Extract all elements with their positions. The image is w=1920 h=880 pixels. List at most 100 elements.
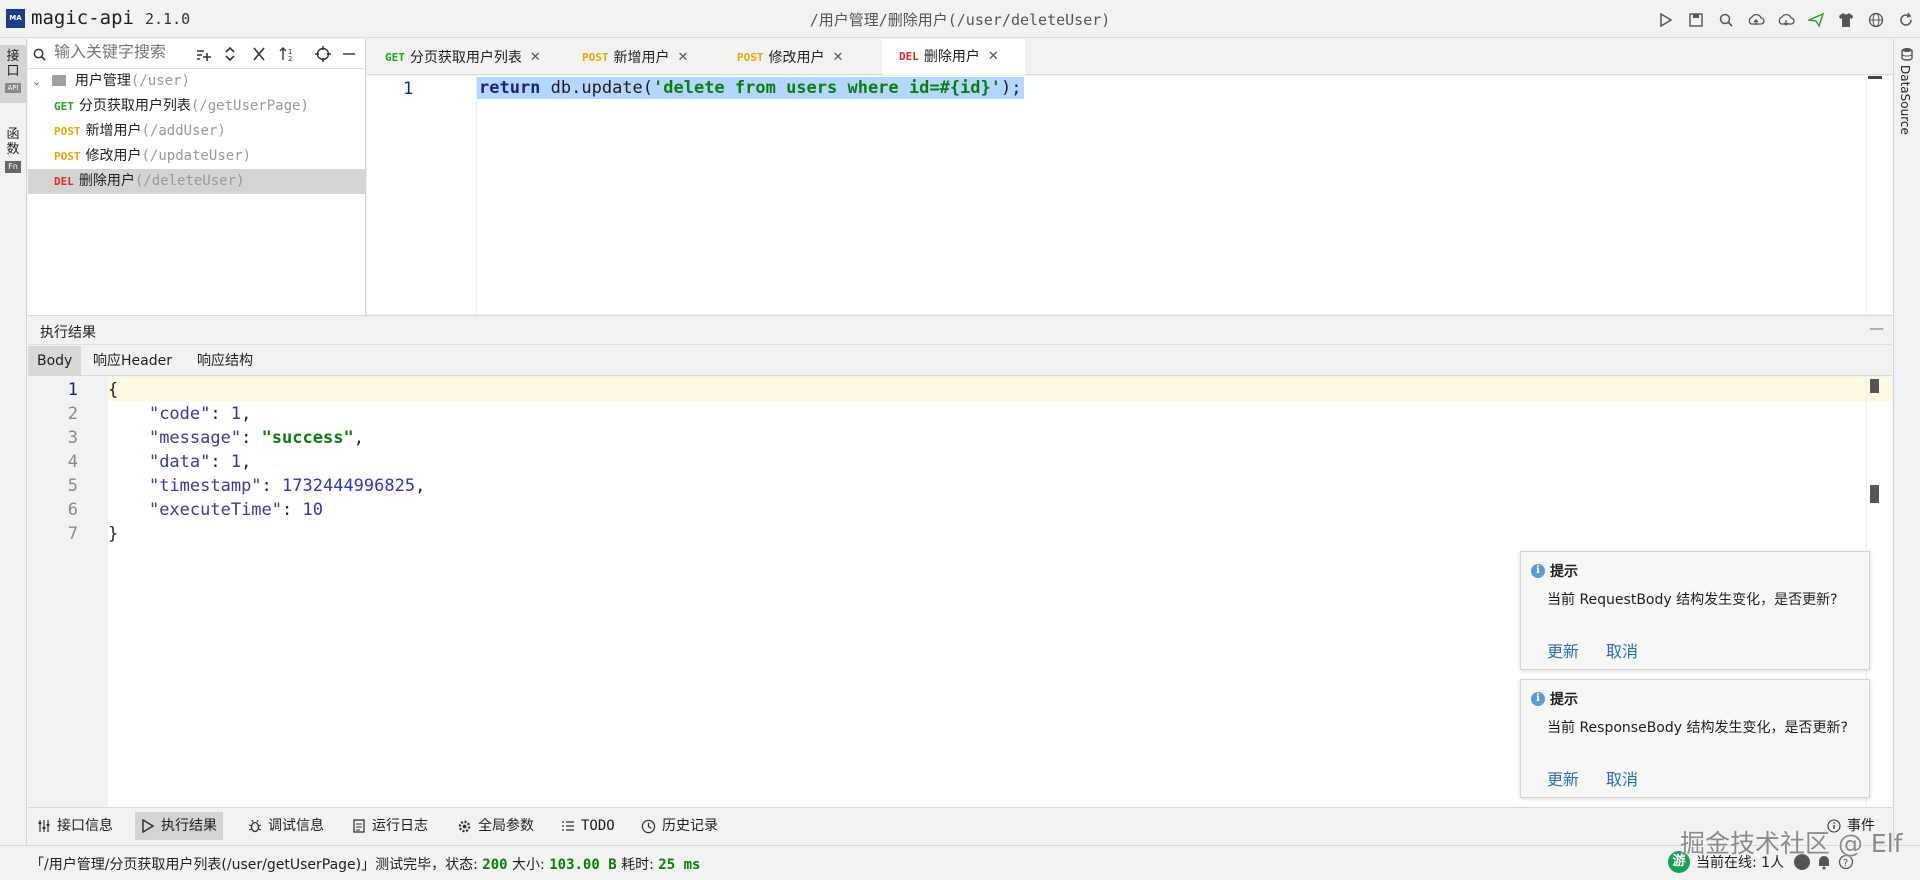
bottom-tab-label: TODO bbox=[581, 818, 615, 834]
clock-icon bbox=[641, 819, 656, 833]
tab-updateUser[interactable]: POST 修改用户 ✕ bbox=[714, 39, 869, 75]
search-icon bbox=[33, 48, 46, 61]
tree-search-row: 12 bbox=[28, 39, 365, 69]
datasource-tab[interactable]: DataSource bbox=[1898, 47, 1916, 135]
tree-item-updateUser[interactable]: POST 修改用户(/updateUser) bbox=[28, 144, 365, 169]
response-time: 25 ms bbox=[658, 857, 701, 873]
bottom-tab-label: 运行日志 bbox=[372, 818, 428, 834]
code-keyword: return bbox=[479, 78, 541, 98]
tab-deleteUser[interactable]: DEL 删除用户 ✕ bbox=[882, 39, 1025, 75]
result-tabs: Body 响应Header 响应结构 bbox=[28, 346, 1892, 376]
list-icon bbox=[562, 821, 574, 831]
bottom-tab-log[interactable]: 运行日志 bbox=[346, 812, 434, 840]
database-icon bbox=[1901, 48, 1913, 61]
tree-item-path: (/deleteUser) bbox=[134, 173, 245, 189]
notification-body: 当前 ResponseBody 结构发生变化，是否更新? bbox=[1547, 720, 1848, 736]
app-logo: MA bbox=[6, 9, 25, 28]
expand-collapse-icon[interactable] bbox=[224, 46, 236, 62]
minimize-icon[interactable] bbox=[342, 46, 356, 62]
close-icon[interactable]: ✕ bbox=[833, 50, 844, 65]
bottom-tab-history[interactable]: 历史记录 bbox=[635, 812, 724, 840]
status-prefix: 「/用户管理/分页获取用户列表(/user/getUserPage)」测试完毕，… bbox=[30, 857, 483, 873]
title-bar: MA magic-api 2.1.0 /用户管理/删除用户(/user/dele… bbox=[0, 0, 1920, 38]
method-badge: GET bbox=[54, 100, 74, 113]
json-line: "message": "success", bbox=[148, 428, 364, 448]
side-tab-api[interactable]: 接口 API bbox=[0, 45, 26, 103]
bottom-tab-todo[interactable]: TODO bbox=[555, 812, 621, 840]
tree-item-name: 分页获取用户列表 bbox=[78, 98, 191, 114]
log-icon bbox=[353, 819, 365, 833]
editor-scrollbar[interactable] bbox=[1866, 76, 1882, 314]
code-end: ); bbox=[1001, 78, 1022, 98]
locate-icon[interactable] bbox=[315, 46, 331, 62]
notification-request-body: i 提示 当前 RequestBody 结构发生变化，是否更新? 更新 取消 bbox=[1520, 551, 1870, 670]
info-icon: i bbox=[1531, 692, 1545, 706]
tree-item-path: (/getUserPage) bbox=[190, 98, 309, 114]
code-line[interactable]: return db.update('delete from users wher… bbox=[477, 77, 1024, 99]
datasource-label: DataSource bbox=[1898, 65, 1912, 135]
svg-text:2: 2 bbox=[288, 55, 292, 62]
upload-icon[interactable] bbox=[1745, 9, 1766, 30]
notification-body: 当前 RequestBody 结构发生变化，是否更新? bbox=[1547, 592, 1838, 608]
save-icon[interactable] bbox=[1685, 9, 1706, 30]
method-badge: GET bbox=[385, 50, 405, 64]
method-badge: POST bbox=[737, 50, 764, 64]
tab-response-header[interactable]: 响应Header bbox=[84, 346, 181, 376]
minimize-button[interactable]: — bbox=[1869, 319, 1884, 337]
bottom-tab-label: 接口信息 bbox=[57, 818, 113, 834]
close-icon[interactable]: ✕ bbox=[530, 50, 541, 65]
bottom-tab-debug[interactable]: 调试信息 bbox=[242, 812, 330, 840]
bottom-tab-global-params[interactable]: 全局参数 bbox=[451, 812, 540, 840]
tree-item-deleteUser[interactable]: DEL 删除用户(/deleteUser) bbox=[28, 169, 365, 194]
right-sidebar-strip: DataSource bbox=[1893, 39, 1920, 845]
json-brace: { bbox=[108, 380, 119, 400]
tab-addUser[interactable]: POST 新增用户 ✕ bbox=[559, 39, 714, 75]
close-icon[interactable]: ✕ bbox=[678, 50, 689, 65]
refresh-icon[interactable] bbox=[1895, 9, 1916, 30]
code-editor[interactable]: 1 return db.update('delete from users wh… bbox=[367, 76, 1892, 314]
play-icon bbox=[142, 819, 155, 833]
close-icon[interactable]: ✕ bbox=[988, 49, 999, 64]
run-icon[interactable] bbox=[1655, 9, 1676, 30]
tab-getUserPage[interactable]: GET 分页获取用户列表 ✕ bbox=[367, 39, 559, 75]
titlebar-toolbar bbox=[1655, 9, 1916, 30]
side-tab-function[interactable]: 函数 Fn bbox=[0, 125, 26, 183]
cancel-button[interactable]: 取消 bbox=[1606, 638, 1638, 662]
line-number: 3 bbox=[67, 428, 78, 448]
tree-search-input[interactable] bbox=[54, 44, 214, 62]
bottom-tab-result[interactable]: 执行结果 bbox=[135, 812, 223, 840]
code-call: db.update( bbox=[540, 78, 654, 98]
line-number: 2 bbox=[67, 404, 78, 424]
tree-group-user[interactable]: ⌄ 用户管理(/user) bbox=[28, 69, 365, 94]
download-icon[interactable] bbox=[1775, 9, 1796, 30]
skin-icon[interactable] bbox=[1835, 9, 1856, 30]
bottom-tab-api-info[interactable]: 接口信息 bbox=[31, 812, 119, 840]
json-value: 10 bbox=[302, 500, 323, 520]
bottom-tab-label: 执行结果 bbox=[161, 818, 217, 834]
tab-body[interactable]: Body bbox=[28, 346, 82, 376]
update-button[interactable]: 更新 bbox=[1547, 638, 1579, 662]
sliders-icon bbox=[38, 820, 50, 832]
status-code: 200 bbox=[482, 857, 508, 873]
tree-item-getUserPage[interactable]: GET 分页获取用户列表(/getUserPage) bbox=[28, 94, 365, 119]
notification-response-body: i 提示 当前 ResponseBody 结构发生变化，是否更新? 更新 取消 bbox=[1520, 679, 1870, 798]
add-icon[interactable] bbox=[195, 47, 211, 63]
sort-icon[interactable]: 12 bbox=[278, 46, 296, 62]
collapse-all-icon[interactable] bbox=[252, 46, 266, 62]
bottom-toolbar: 接口信息 执行结果 调试信息 运行日志 全局参数 TODO 历史记录 事件 bbox=[28, 807, 1892, 843]
cancel-button[interactable]: 取消 bbox=[1606, 766, 1638, 790]
language-icon[interactable] bbox=[1865, 9, 1886, 30]
json-brace: } bbox=[108, 524, 119, 544]
tree-group-path: (/user) bbox=[130, 73, 190, 89]
method-badge: DEL bbox=[899, 49, 919, 63]
status-message: 「/用户管理/分页获取用户列表(/user/getUserPage)」测试完毕，… bbox=[30, 854, 700, 874]
notification-title: 提示 bbox=[1550, 692, 1578, 708]
push-icon[interactable] bbox=[1805, 9, 1826, 30]
tab-response-structure[interactable]: 响应结构 bbox=[188, 346, 262, 376]
line-number: 4 bbox=[67, 452, 78, 472]
update-button[interactable]: 更新 bbox=[1547, 766, 1579, 790]
code-string: 'delete from users where id=#{id}' bbox=[653, 78, 1002, 98]
search-icon[interactable] bbox=[1715, 9, 1736, 30]
method-badge: POST bbox=[54, 150, 81, 163]
tree-item-addUser[interactable]: POST 新增用户(/addUser) bbox=[28, 119, 365, 144]
